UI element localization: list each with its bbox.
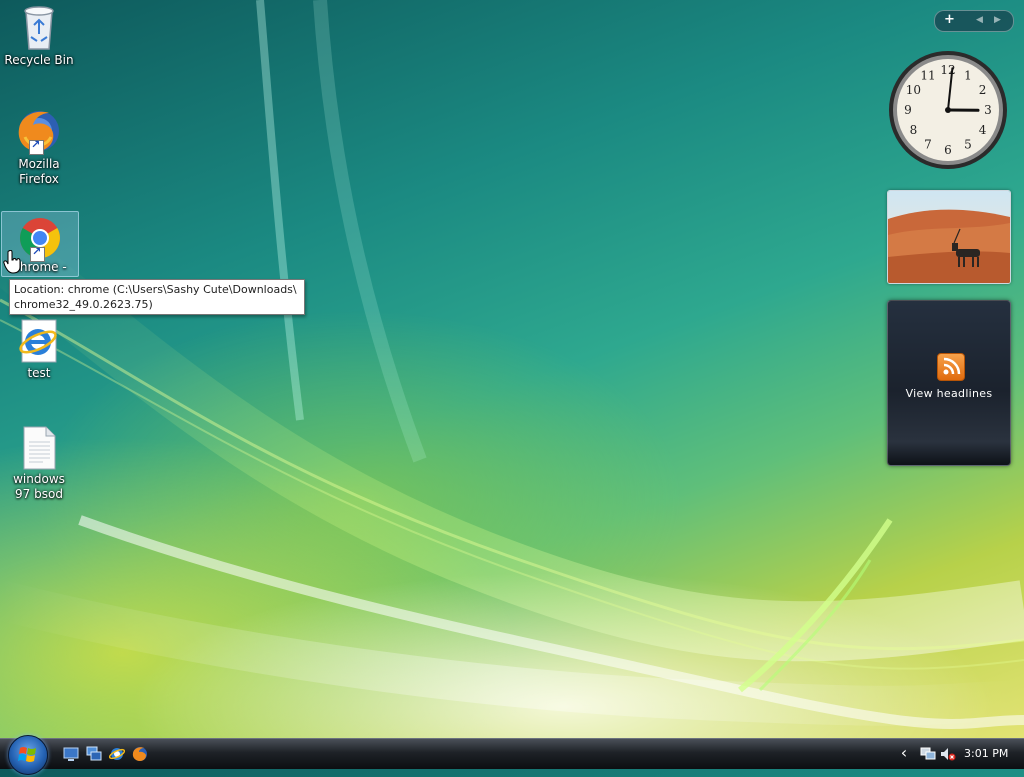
- internet-explorer-icon: [16, 318, 62, 364]
- windows-orb-icon: [9, 736, 47, 774]
- desktop-icon-firefox[interactable]: Mozilla Firefox: [1, 107, 77, 187]
- volume-muted-icon[interactable]: [940, 746, 956, 762]
- show-desktop-icon[interactable]: [63, 746, 79, 762]
- chrome-icon: [16, 214, 64, 262]
- text-document-icon: [21, 426, 57, 470]
- desktop-icon-label: test: [1, 366, 77, 381]
- feed-headlines-gadget[interactable]: View headlines: [887, 300, 1011, 466]
- previous-page-button[interactable]: ◀: [976, 12, 983, 28]
- location-tooltip: Location: chrome (C:\Users\Sashy Cute\Do…: [9, 279, 305, 315]
- clock-numeral: 3: [984, 103, 992, 117]
- firefox-icon[interactable]: [132, 746, 148, 762]
- clock-numeral: 12: [940, 63, 955, 77]
- desktop[interactable]: Recycle Bin Mozilla Firefox c: [0, 0, 1024, 738]
- desktop-icon-test[interactable]: test: [1, 318, 77, 381]
- clock-face: 12 12 3 45678 9 1011: [887, 49, 1009, 171]
- clock-numeral: 8: [910, 123, 918, 137]
- shortcut-arrow-icon: [30, 247, 45, 262]
- start-button[interactable]: [8, 735, 48, 775]
- clock-numeral: 1: [964, 68, 972, 82]
- slideshow-gadget[interactable]: [887, 190, 1011, 284]
- desktop-icon-windows-97-bsod[interactable]: windows 97 bsod: [1, 426, 77, 502]
- desktop-icon-label: Recycle Bin: [1, 53, 77, 68]
- clock-time[interactable]: 3:01 PM: [964, 747, 1008, 760]
- clock-numeral: 7: [924, 138, 932, 152]
- recycle-bin-icon: [19, 3, 59, 51]
- slideshow-photo: [888, 191, 1010, 283]
- shortcut-arrow-icon: [29, 140, 44, 155]
- show-hidden-icons-button[interactable]: ‹: [896, 746, 912, 762]
- desktop-icon-label: windows 97 bsod: [6, 472, 72, 502]
- tooltip-line: Location: chrome (C:\Users\Sashy Cute\Do…: [14, 282, 300, 297]
- clock-numeral: 4: [979, 123, 987, 137]
- clock-numeral: 6: [944, 143, 952, 157]
- desktop-icon-label: Mozilla Firefox: [1, 157, 77, 187]
- next-page-button[interactable]: ▶: [994, 12, 1001, 28]
- clock-numeral: 2: [979, 83, 987, 97]
- wallpaper-aurora: [0, 0, 1024, 738]
- desktop-icon-recycle-bin[interactable]: Recycle Bin: [1, 3, 77, 68]
- clock-numeral: 10: [906, 83, 921, 97]
- add-gadget-button[interactable]: +: [944, 12, 955, 28]
- switch-windows-icon[interactable]: [86, 746, 102, 762]
- clock-numeral: 5: [964, 138, 972, 152]
- rss-icon: [937, 353, 965, 381]
- view-headlines-link[interactable]: View headlines: [888, 387, 1010, 400]
- tooltip-line: chrome32_49.0.2623.75): [14, 297, 300, 312]
- clock-gadget[interactable]: 12 12 3 45678 9 1011: [887, 49, 1009, 171]
- hand-cursor-icon: [3, 250, 21, 274]
- clock-numeral: 9: [904, 103, 912, 117]
- firefox-icon: [15, 107, 63, 155]
- sidebar-controls: + ◀ ▶: [934, 10, 1014, 32]
- taskbar: ‹ 3:01 PM: [0, 738, 1024, 769]
- clock-numeral: 11: [920, 68, 935, 82]
- network-icon[interactable]: [920, 746, 936, 762]
- internet-explorer-icon[interactable]: [109, 746, 125, 762]
